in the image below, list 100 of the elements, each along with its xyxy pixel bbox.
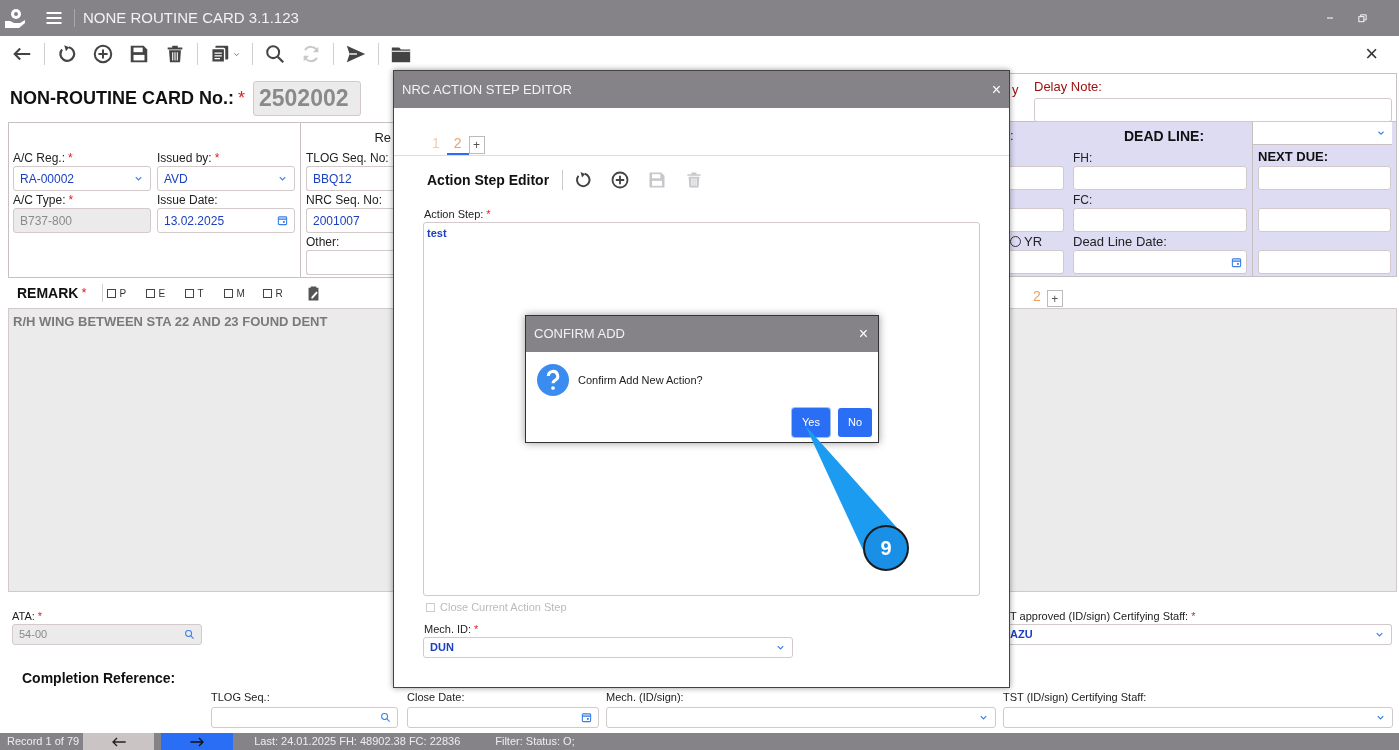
field-label: Action Step: (424, 206, 484, 222)
calendar-icon[interactable] (277, 215, 288, 226)
select-field[interactable]: AZU (1010, 624, 1392, 645)
field-label: A/C Type: (13, 191, 66, 209)
flag-checkbox[interactable]: E (145, 285, 185, 301)
no-button[interactable]: No (837, 408, 872, 437)
undo-icon (56, 43, 78, 65)
toolbar-title: Action Step Editor (427, 170, 550, 190)
gear-hand-icon[interactable] (3, 6, 27, 30)
flag-checkbox[interactable]: M (223, 285, 263, 301)
flag-checkbox[interactable]: R (262, 285, 302, 301)
required-mark: * (1191, 608, 1196, 624)
field-label: T approved (ID/sign) Certifying Staff: (1010, 608, 1189, 624)
date-field[interactable]: 13.02.2025 (157, 208, 295, 233)
required-mark: * (486, 206, 491, 222)
field-label: NRC Seq. No: (306, 191, 383, 209)
close-button[interactable]: × (991, 81, 1001, 98)
step-number: 9 (880, 537, 892, 559)
field-label: A/C Reg.: (13, 149, 66, 167)
next-button[interactable] (161, 733, 234, 750)
input-field[interactable] (306, 250, 393, 275)
send-icon (345, 43, 367, 65)
required-mark: * (68, 149, 73, 167)
field-label: Issue Date: (157, 191, 218, 209)
field-label: y (1011, 81, 1020, 99)
add-circle-icon (92, 43, 114, 65)
search-field[interactable] (211, 707, 398, 728)
input-field[interactable] (1010, 166, 1064, 190)
question-icon (537, 364, 569, 396)
date-field[interactable] (407, 707, 599, 728)
calendar-icon[interactable] (581, 712, 592, 723)
section-heading: Completion Reference: (22, 670, 176, 686)
required-mark: * (214, 149, 220, 167)
field-label: FC: (1073, 191, 1093, 209)
save-icon (128, 43, 150, 65)
section-heading: DEAD LINE: (1124, 126, 1205, 146)
required-mark: * (37, 608, 43, 624)
field-label: : (1010, 127, 1015, 146)
field-label: Delay Note: (1034, 79, 1102, 94)
section-heading: Re (374, 129, 391, 147)
dialog-title: CONFIRM ADD (534, 325, 625, 344)
select-field[interactable]: AVD (157, 166, 295, 191)
field-label: Mech. (ID/sign): (606, 689, 684, 705)
search-icon[interactable] (380, 712, 391, 723)
close-button[interactable]: × (858, 326, 868, 342)
previous-button[interactable] (83, 733, 155, 750)
input-field[interactable] (1073, 208, 1247, 232)
card-number-label: NON-ROUTINE CARD No.: (10, 86, 234, 110)
remark-label: REMARK (17, 283, 79, 303)
field-label: Mech. ID: (424, 621, 472, 637)
flag-checkbox[interactable]: T (184, 285, 224, 301)
select-field[interactable]: RA-00002 (13, 166, 151, 191)
required-mark: * (68, 191, 74, 209)
select-field[interactable] (1003, 707, 1393, 728)
select-field[interactable] (1253, 122, 1392, 145)
calendar-icon (1231, 256, 1242, 268)
close-button[interactable]: × (1365, 43, 1378, 65)
add-tab-button[interactable]: + (468, 136, 485, 154)
field-label: TLOG Seq. No: (306, 149, 389, 167)
field-label: Dead Line Date: (1073, 232, 1167, 251)
input-field[interactable] (1010, 250, 1064, 274)
yr-radio[interactable]: YR (1010, 233, 1064, 250)
dialog-title: NRC ACTION STEP EDITOR (402, 80, 572, 99)
input-field[interactable] (1073, 166, 1247, 190)
input-field[interactable]: 2001007 (306, 208, 393, 233)
add-tab-button[interactable]: + (1046, 290, 1063, 307)
confirm-message: Confirm Add New Action? (578, 372, 703, 388)
input-field[interactable] (1258, 166, 1391, 190)
input-field[interactable] (1258, 250, 1391, 274)
field-label: Other: (306, 233, 340, 251)
field-label: TLOG Seq.: (211, 689, 270, 705)
select-field[interactable] (606, 707, 996, 728)
input-field[interactable] (1258, 208, 1391, 232)
select-field[interactable]: DUN (423, 637, 793, 658)
search-icon[interactable] (184, 629, 195, 640)
record-counter: Record 1 of 79 (7, 734, 80, 750)
input-field[interactable] (1034, 97, 1392, 122)
documents-icon (209, 43, 231, 65)
field-label: Issued by: (157, 149, 212, 167)
input-field[interactable]: BBQ12 (306, 166, 393, 191)
filter-text: Filter: Status: O; (495, 734, 575, 750)
yes-button[interactable]: Yes (792, 408, 830, 437)
window-title: NONE ROUTINE CARD 3.1.123 (83, 7, 299, 28)
restore-icon[interactable] (1357, 12, 1368, 24)
flag-checkbox[interactable]: P (106, 285, 146, 301)
search-icon (264, 43, 286, 65)
section-heading: NEXT DUE: (1258, 149, 1329, 164)
callout-badge (863, 525, 909, 571)
close-step-checkbox: Close Current Action Step (426, 600, 1009, 614)
input-field[interactable] (1073, 250, 1247, 274)
input-field[interactable] (1010, 208, 1064, 232)
add-circle-icon (609, 170, 630, 190)
field-label: Close Date: (407, 689, 465, 705)
field-label: TST (ID/sign) Certifying Staff: (1003, 689, 1147, 705)
field-label: ATA: (12, 608, 35, 624)
required-mark: * (474, 621, 479, 637)
field-label: FH: (1073, 149, 1093, 167)
required-mark: * (238, 86, 245, 110)
remark-textarea[interactable]: R/H WING BETWEEN STA 22 AND 23 FOUND DENT (8, 308, 393, 592)
status-text: Last: 24.01.2025 FH: 48902.38 FC: 22836 (254, 734, 461, 750)
